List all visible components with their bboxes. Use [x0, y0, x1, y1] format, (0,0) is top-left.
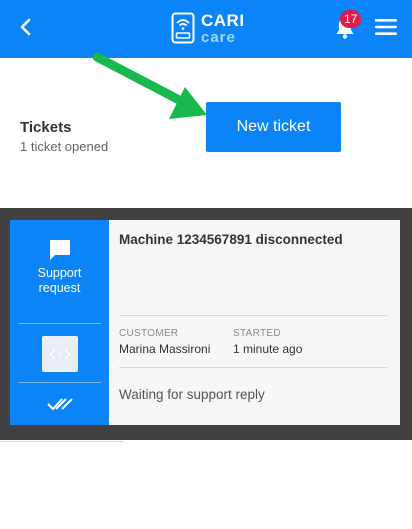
- ticket-side-bar: Support request: [10, 220, 109, 425]
- support-request-label: Support request: [38, 266, 82, 296]
- menu-button[interactable]: [374, 17, 398, 37]
- tickets-count: 1 ticket opened: [20, 139, 109, 154]
- code-section: [10, 323, 109, 385]
- ticket-status: Waiting for support reply: [119, 387, 265, 402]
- logo-title: CARI: [201, 10, 245, 30]
- support-label-line2: request: [38, 280, 81, 295]
- ticket-details: Machine 1234567891 disconnected CUSTOMER…: [109, 220, 400, 425]
- hamburger-menu-icon: [375, 19, 397, 35]
- customer-label: CUSTOMER: [119, 328, 179, 339]
- double-check-icon: [46, 397, 73, 410]
- details-divider: [119, 315, 387, 316]
- back-button[interactable]: [12, 13, 40, 41]
- support-request-section[interactable]: Support request: [10, 220, 109, 313]
- status-divider: [119, 367, 387, 368]
- code-button[interactable]: [41, 336, 78, 372]
- customer-value: Marina Massironi: [119, 342, 211, 356]
- ticket-card[interactable]: Support request Machine 1234567891 disco…: [10, 220, 400, 425]
- new-ticket-button[interactable]: New ticket: [206, 102, 341, 152]
- wifi-ticket-icon: [171, 12, 195, 44]
- started-label: STARTED: [233, 328, 281, 339]
- ticket-title: Machine 1234567891 disconnected: [119, 232, 343, 247]
- ticket-list-panel: Support request Machine 1234567891 disco…: [0, 208, 412, 440]
- green-arrow-icon: [92, 52, 207, 119]
- code-icon: [48, 348, 71, 360]
- cari-care-logo: CARI care: [171, 11, 245, 45]
- chevron-left-icon: [20, 18, 31, 36]
- notification-badge: 17: [340, 10, 362, 28]
- read-status-section[interactable]: [10, 382, 109, 425]
- tickets-heading: Tickets: [20, 119, 72, 136]
- support-label-line1: Support: [37, 265, 82, 280]
- logo-subtitle: care: [201, 28, 236, 46]
- logo-text: CARI care: [201, 12, 245, 45]
- app-page: CARI care 17 Tickets 1 ticket opened New…: [0, 0, 412, 529]
- bottom-divider: [0, 441, 124, 442]
- chat-bubble-icon: [49, 239, 70, 260]
- started-value: 1 minute ago: [233, 342, 303, 356]
